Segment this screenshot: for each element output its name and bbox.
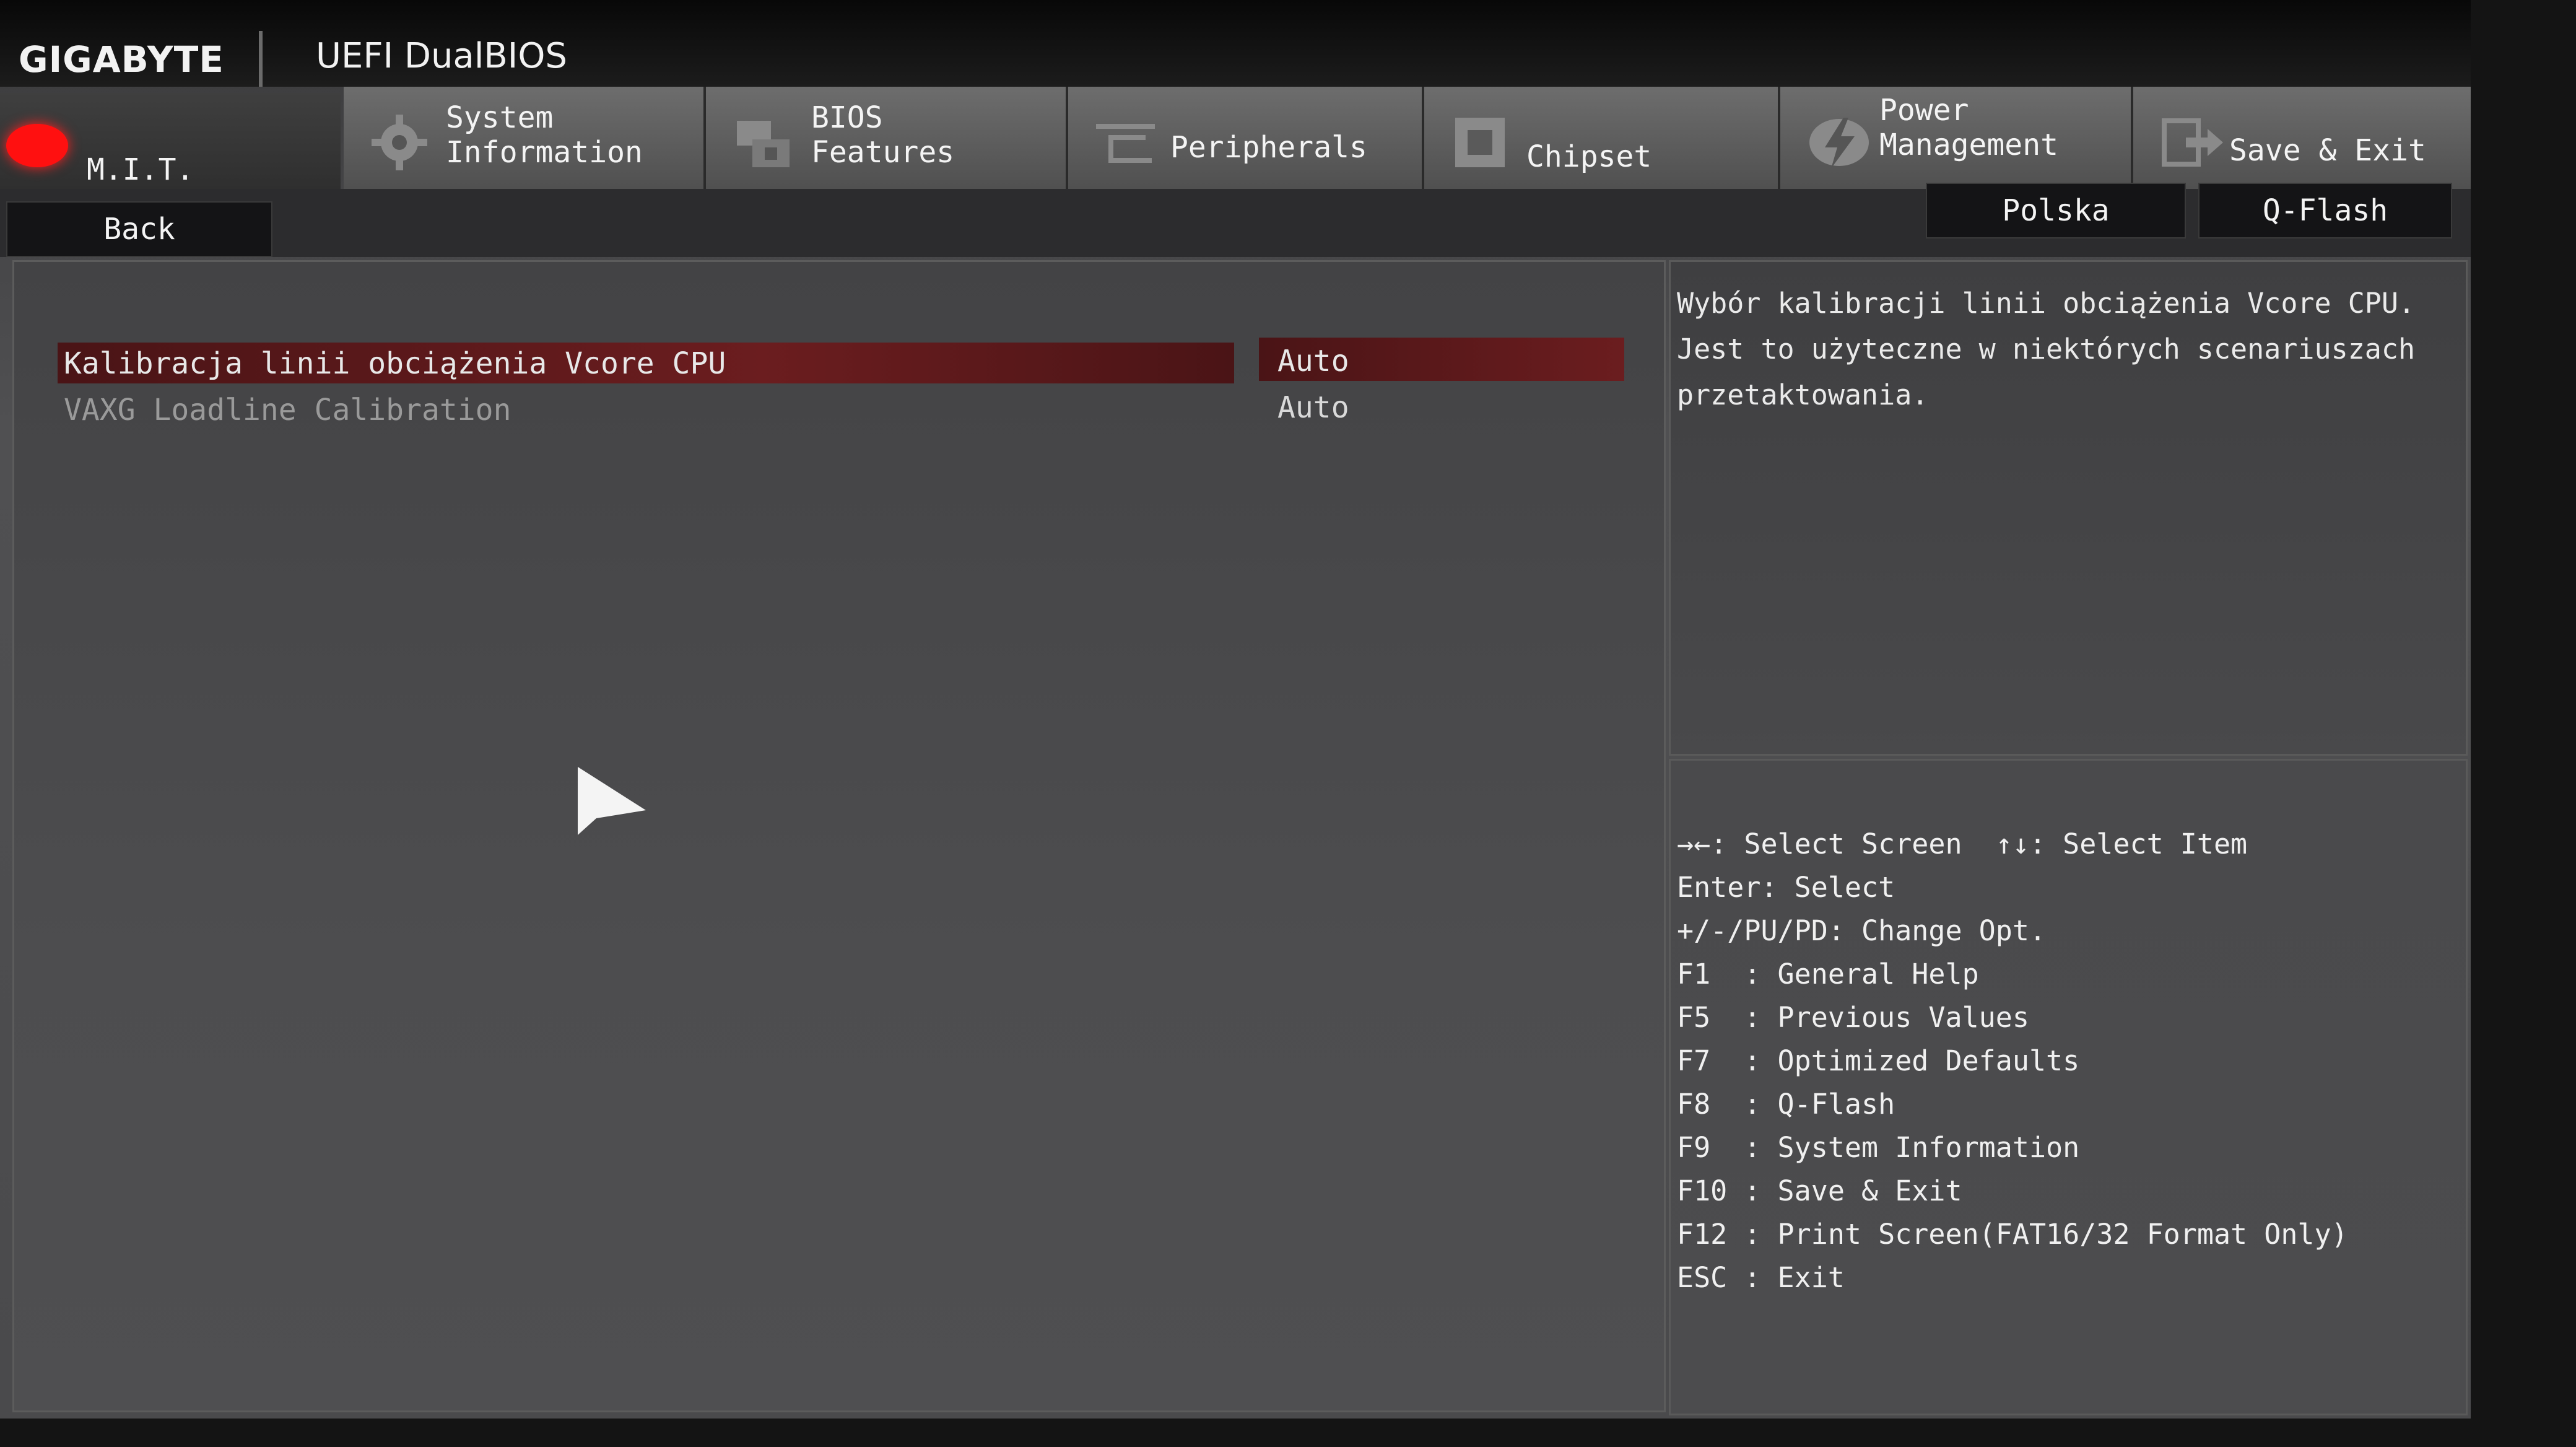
- bios-chip-icon: [737, 121, 790, 167]
- tab-power-management[interactable]: Power Management: [1780, 87, 2133, 189]
- tab-mit[interactable]: M.I.T.: [0, 93, 341, 189]
- key-legend-line: F12 : Print Screen(FAT16/32 Format Only): [1677, 1218, 2348, 1251]
- language-button[interactable]: Polska: [1926, 183, 2186, 238]
- setting-row-vaxg-llc[interactable]: VAXG Loadline Calibration Auto: [45, 389, 1643, 432]
- help-description: Wybór kalibracji linii obciążenia Vcore …: [1677, 287, 2416, 411]
- setting-value[interactable]: Auto: [1277, 390, 1349, 425]
- key-legend-line: F8 : Q-Flash: [1677, 1088, 1895, 1121]
- qflash-button[interactable]: Q-Flash: [2198, 183, 2452, 238]
- toolbar: Back Polska Q-Flash: [0, 183, 2471, 257]
- bios-screen: GIGABYTE UEFI DualBIOS M.I.T. System Inf…: [0, 0, 2471, 1419]
- exit-door-icon: [2162, 118, 2223, 167]
- back-button[interactable]: Back: [6, 201, 272, 257]
- key-legend-list: →←: Select Screen ↑↓: Select Item Enter:…: [1677, 823, 2463, 1300]
- setting-row-vcore-llc[interactable]: Kalibracja linii obciążenia Vcore CPU Au…: [45, 338, 1643, 386]
- key-legend-line: F10 : Save & Exit: [1677, 1174, 1962, 1207]
- key-legend-line: F9 : System Information: [1677, 1131, 2080, 1164]
- tab-system-information[interactable]: System Information: [344, 87, 706, 189]
- key-legend-line: +/-/PU/PD: Change Opt.: [1677, 914, 2047, 947]
- top-bar: GIGABYTE UEFI DualBIOS: [0, 0, 2471, 87]
- setting-value[interactable]: Auto: [1277, 344, 1349, 378]
- tab-system-information-label: System Information: [446, 100, 643, 170]
- gear-icon: [372, 115, 427, 170]
- setting-name: Kalibracja linii obciążenia Vcore CPU: [64, 346, 726, 381]
- key-legend-line: ESC : Exit: [1677, 1261, 1845, 1294]
- tab-chipset-label: Chipset: [1526, 139, 1652, 174]
- tab-peripherals[interactable]: Peripherals: [1068, 87, 1424, 189]
- help-panel: Wybór kalibracji linii obciążenia Vcore …: [1669, 260, 2468, 756]
- tab-mit-label: M.I.T.: [87, 152, 194, 187]
- tab-chipset[interactable]: Chipset: [1424, 87, 1780, 189]
- tab-peripherals-label: Peripherals: [1170, 130, 1367, 165]
- chipset-icon: [1455, 118, 1505, 167]
- key-legend-line: Enter: Select: [1677, 871, 1895, 904]
- mouse-pointer-icon: [578, 767, 646, 835]
- key-legend-line: →←: Select Screen ↑↓: Select Item: [1677, 828, 2248, 860]
- peripherals-icon: [1096, 124, 1155, 163]
- tab-bios-features[interactable]: BIOS Features: [706, 87, 1068, 189]
- key-legend-line: F5 : Previous Values: [1677, 1001, 2029, 1034]
- tab-power-management-label: Power Management: [1879, 93, 2058, 162]
- key-legend-line: F7 : Optimized Defaults: [1677, 1044, 2080, 1077]
- tab-save-exit[interactable]: Save & Exit: [2133, 87, 2471, 189]
- key-legend-panel: →←: Select Screen ↑↓: Select Item Enter:…: [1669, 759, 2468, 1415]
- tab-save-exit-label: Save & Exit: [2229, 133, 2426, 168]
- mit-indicator-icon: [6, 124, 68, 167]
- main-tabs: M.I.T. System Information BIOS Features: [0, 74, 2471, 189]
- power-bolt-icon: [1809, 118, 1869, 168]
- settings-panel: Kalibracja linii obciążenia Vcore CPU Au…: [12, 260, 1666, 1412]
- key-legend-line: F1 : General Help: [1677, 958, 1979, 990]
- tab-bios-features-label: BIOS Features: [811, 100, 955, 170]
- product-title: UEFI DualBIOS: [316, 36, 567, 76]
- setting-name: VAXG Loadline Calibration: [64, 393, 511, 427]
